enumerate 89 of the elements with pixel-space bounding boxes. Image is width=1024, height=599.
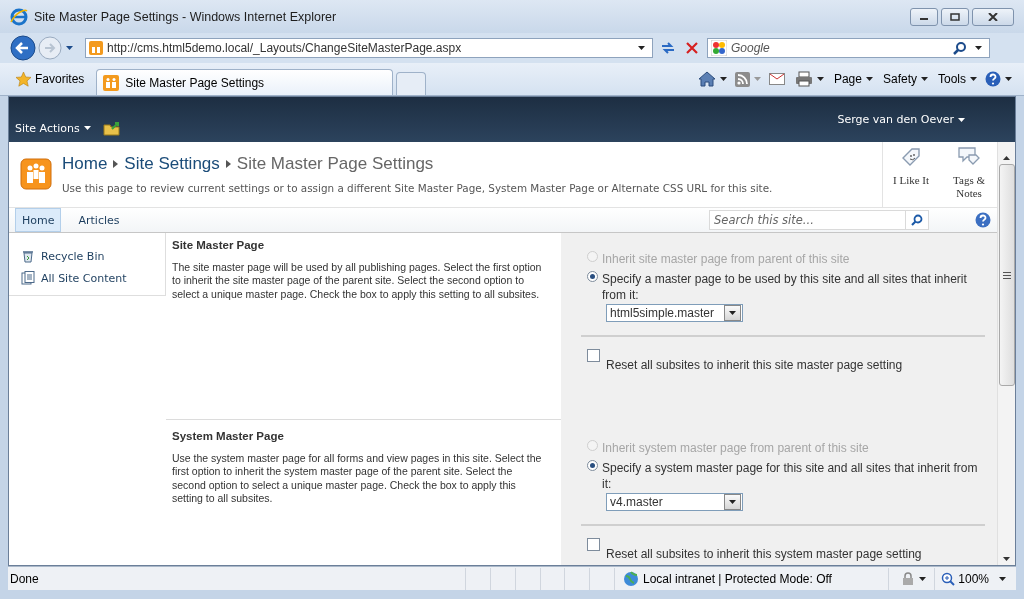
history-caret-icon[interactable] — [66, 46, 73, 50]
restore-button[interactable] — [941, 7, 969, 26]
zoom-button[interactable]: 100% — [934, 567, 1017, 590]
dropdown-caret-icon[interactable] — [729, 500, 736, 504]
recycle-bin-icon — [21, 249, 35, 263]
radio-button[interactable] — [587, 271, 598, 282]
dropdown-caret-icon[interactable] — [729, 311, 736, 315]
close-icon — [988, 12, 998, 21]
feed-icon[interactable] — [734, 71, 750, 87]
section-title: Site Master Page — [172, 239, 266, 251]
section-description: The site master page will be used by all publishing pages. Select the first option to inherit the site master page of the parent site. Select the second option to select a unique master page. Check the box to apply this setting to all subsites. — [172, 261, 543, 302]
menu-caret-icon[interactable] — [921, 77, 928, 81]
home-caret-icon[interactable] — [719, 77, 727, 81]
menu-caret-icon[interactable] — [865, 77, 873, 81]
option-label: Specify a master page to be used by this site and all sites that inherit from it: — [602, 271, 968, 303]
breadcrumb-arrow-icon — [225, 160, 231, 168]
grip-icon — [1002, 271, 1011, 279]
menu-caret-icon[interactable] — [970, 77, 977, 81]
address-field[interactable]: http://cms.html5demo.local/_Layouts/ChangeSiteMasterPage.aspx — [85, 38, 653, 58]
site-icon — [103, 74, 120, 91]
search-provider-icon — [711, 40, 727, 56]
command-menu[interactable]: Tools — [938, 72, 981, 86]
print-caret-icon[interactable] — [816, 77, 824, 81]
like-button[interactable]: I Like It — [887, 146, 936, 207]
favorites-button[interactable]: Favorites — [10, 66, 91, 92]
breadcrumb-link[interactable]: Site Settings — [124, 154, 220, 174]
back-button[interactable] — [10, 35, 36, 61]
checkbox-label: Reset all subsites to inherit this system master page setting — [606, 546, 922, 561]
site-actions-menu[interactable]: Site Actions — [15, 121, 95, 135]
scroll-up-icon[interactable] — [1003, 156, 1010, 160]
zoom-caret-icon[interactable] — [999, 576, 1007, 581]
browser-tab[interactable]: Site Master Page Settings — [96, 69, 394, 95]
site-search-field[interactable]: Search this site... — [709, 210, 930, 230]
restore-icon — [950, 12, 960, 21]
checkbox-label: Reset all subsites to inherit this site master page setting — [606, 357, 903, 372]
quick-launch-link[interactable]: Recycle Bin — [21, 245, 165, 267]
site-logo-icon — [20, 158, 52, 190]
minimize-button[interactable] — [910, 7, 938, 26]
refresh-icon[interactable] — [659, 40, 677, 56]
globe-icon — [622, 570, 639, 587]
radio-button[interactable] — [587, 460, 598, 471]
option-label: Specify a system master page for this site and all sites that inherit from it: — [602, 460, 979, 492]
checkbox[interactable] — [587, 349, 600, 362]
folder-arrow-icon[interactable] — [102, 120, 121, 136]
documents-icon — [21, 271, 35, 285]
user-menu[interactable]: Serge van den Oever — [837, 113, 969, 126]
master-page-dropdown[interactable]: html5simple.master — [606, 304, 743, 322]
tags-notes-button[interactable]: Tags & Notes — [945, 146, 994, 207]
zoom-icon — [941, 571, 956, 586]
security-zone: Local intranet | Protected Mode: Off — [642, 571, 832, 586]
command-menu[interactable]: Safety — [882, 72, 932, 86]
checkbox[interactable] — [587, 538, 600, 551]
command-menu[interactable]: Page — [833, 72, 877, 86]
close-button[interactable] — [972, 7, 1014, 26]
search-icon[interactable] — [953, 41, 967, 55]
help-icon[interactable] — [985, 71, 1001, 87]
breadcrumb-link[interactable]: Home — [62, 154, 108, 174]
home-icon[interactable] — [697, 71, 716, 87]
status-text: Done — [10, 571, 40, 586]
stop-icon[interactable] — [685, 41, 699, 55]
site-actions-caret-icon[interactable] — [83, 126, 91, 130]
nav-tab[interactable]: Home — [15, 208, 62, 232]
mail-icon[interactable] — [768, 73, 785, 85]
section-title: System Master Page — [172, 430, 285, 442]
section-description: Use the system master page for all forms and view pages in this site. Select the first option to inherit the system master page of the parent site. Select the second option to select a unique master page. Check the box to apply this setting to all subsites. — [172, 452, 543, 506]
search-field[interactable]: Google — [707, 38, 990, 58]
option-label: Inherit site master page from parent of this site — [602, 251, 851, 267]
star-icon — [16, 71, 31, 87]
page-description: Use this page to review current settings or to assign a different Site Master Page, System Master Page or Alternate CSS URL for this site. — [62, 182, 774, 194]
help-icon[interactable] — [975, 212, 992, 228]
quick-launch-link[interactable]: All Site Content — [21, 267, 165, 289]
window-title: Site Master Page Settings - Windows Internet Explorer — [34, 9, 338, 24]
protection-caret-icon[interactable] — [919, 576, 927, 581]
option-label: Inherit system master page from parent of this site — [602, 440, 870, 456]
page-title: Site Master Page Settings — [236, 154, 434, 174]
search-caret-icon[interactable] — [975, 46, 982, 50]
scroll-thumb[interactable] — [998, 164, 1015, 386]
scroll-down-icon[interactable] — [1003, 557, 1010, 561]
browser-icon — [10, 7, 28, 26]
address-caret-icon[interactable] — [638, 46, 645, 50]
printer-icon[interactable] — [794, 71, 813, 87]
master-page-dropdown[interactable]: v4.master — [606, 493, 743, 511]
help-caret-icon[interactable] — [1005, 77, 1012, 81]
site-icon — [89, 41, 103, 55]
nav-tab[interactable]: Articles — [71, 208, 127, 232]
user-caret-icon[interactable] — [958, 117, 965, 122]
search-placeholder: Google — [731, 41, 771, 55]
search-icon — [911, 214, 924, 226]
breadcrumb-arrow-icon — [113, 160, 119, 168]
